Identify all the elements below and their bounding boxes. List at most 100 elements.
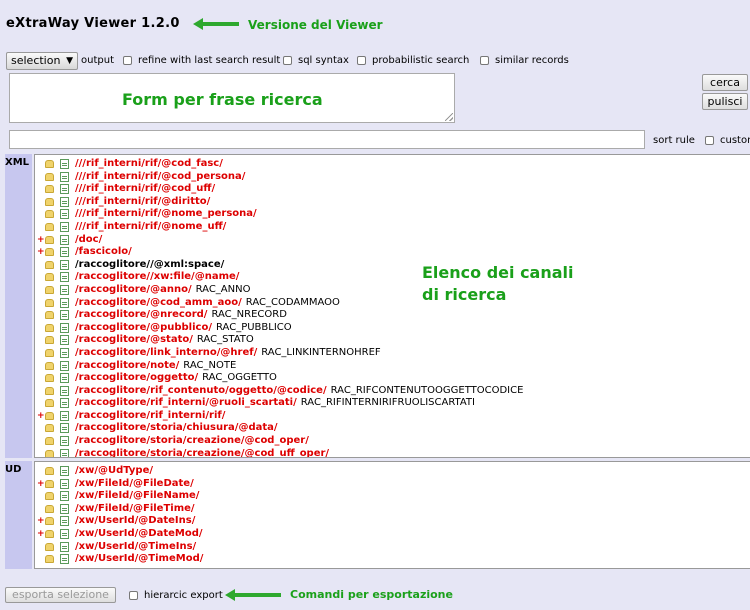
node-icon[interactable] bbox=[45, 411, 54, 420]
channel-path-link[interactable]: /raccoglitore//@xml:space/ bbox=[75, 259, 224, 272]
channel-path-link[interactable]: /raccoglitore//xw:file/@name/ bbox=[75, 271, 239, 284]
refine-option[interactable]: refine with last search result bbox=[123, 55, 280, 66]
channel-row[interactable]: /raccoglitore/@cod_amm_aoo/RAC_CODAMMAOO bbox=[35, 297, 750, 310]
channel-row[interactable]: /xw/UserId/@TimeIns/ bbox=[35, 541, 750, 554]
export-selection-button[interactable]: esporta selezione bbox=[5, 587, 116, 603]
custom-option[interactable]: custon bbox=[705, 135, 750, 146]
document-icon[interactable] bbox=[60, 478, 69, 489]
custom-checkbox[interactable] bbox=[705, 135, 714, 145]
sql-option[interactable]: sql syntax bbox=[283, 55, 349, 66]
channel-row[interactable]: + /xw/FileId/@FileDate/ bbox=[35, 478, 750, 491]
channel-path-text[interactable]: /raccoglitore/@anno/ bbox=[75, 284, 192, 295]
channel-path-text[interactable]: /xw/@UdType/ bbox=[75, 465, 153, 476]
channel-row[interactable]: /raccoglitore/rif_contenuto/oggetto/@cod… bbox=[35, 385, 750, 398]
channel-path-text[interactable]: ///rif_interni/rif/@cod_persona/ bbox=[75, 171, 245, 182]
channel-row[interactable]: /raccoglitore/note/RAC_NOTE bbox=[35, 360, 750, 373]
document-icon[interactable] bbox=[60, 373, 69, 384]
channel-path-link[interactable]: ///rif_interni/rif/@cod_persona/ bbox=[75, 171, 245, 184]
channel-path-link[interactable]: ///rif_interni/rif/@cod_fasc/ bbox=[75, 158, 223, 171]
similar-option[interactable]: similar records bbox=[480, 55, 569, 66]
hierarchic-export-checkbox[interactable] bbox=[129, 590, 138, 600]
node-icon[interactable] bbox=[45, 517, 54, 526]
channel-path-link[interactable]: /xw/UserId/@TimeIns/ bbox=[75, 541, 196, 554]
channel-path-text[interactable]: /raccoglitore/@cod_amm_aoo/ bbox=[75, 297, 242, 308]
channel-row[interactable]: /xw/FileId/@FileTime/ bbox=[35, 503, 750, 516]
channel-path-text[interactable]: /raccoglitore/oggetto/ bbox=[75, 372, 198, 383]
node-icon[interactable] bbox=[45, 424, 54, 433]
document-icon[interactable] bbox=[60, 423, 69, 434]
channel-path-link[interactable]: /raccoglitore/@anno/RAC_ANNO bbox=[75, 284, 250, 297]
node-icon[interactable] bbox=[45, 361, 54, 370]
channel-row[interactable]: /raccoglitore/rif_interni/@ruoli_scartat… bbox=[35, 397, 750, 410]
node-icon[interactable] bbox=[45, 399, 54, 408]
node-icon[interactable] bbox=[45, 197, 54, 206]
document-icon[interactable] bbox=[60, 184, 69, 195]
channel-row[interactable]: ///rif_interni/rif/@nome_persona/ bbox=[35, 208, 750, 221]
channel-path-link[interactable]: /raccoglitore/rif_interni/rif/ bbox=[75, 410, 225, 423]
channel-row[interactable]: ///rif_interni/rif/@cod_persona/ bbox=[35, 171, 750, 184]
document-icon[interactable] bbox=[60, 398, 69, 409]
node-icon[interactable] bbox=[45, 374, 54, 383]
node-icon[interactable] bbox=[45, 172, 54, 181]
node-icon[interactable] bbox=[45, 492, 54, 501]
channel-path-link[interactable]: /xw/@UdType/ bbox=[75, 465, 153, 478]
channel-path-link[interactable]: /raccoglitore/storia/creazione/@cod_uff_… bbox=[75, 448, 329, 457]
document-icon[interactable] bbox=[60, 259, 69, 270]
node-icon[interactable] bbox=[45, 260, 54, 269]
channel-path-link[interactable]: /xw/FileId/@FileDate/ bbox=[75, 478, 194, 491]
document-icon[interactable] bbox=[60, 448, 69, 457]
channel-path-link[interactable]: /xw/FileId/@FileName/ bbox=[75, 490, 199, 503]
channel-row[interactable]: + /xw/UserId/@DateMod/ bbox=[35, 528, 750, 541]
document-icon[interactable] bbox=[60, 360, 69, 371]
document-icon[interactable] bbox=[60, 491, 69, 502]
channel-path-link[interactable]: /raccoglitore/link_interno/@href/RAC_LIN… bbox=[75, 347, 381, 360]
node-icon[interactable] bbox=[45, 386, 54, 395]
sort-rule-input[interactable] bbox=[9, 130, 645, 149]
channel-path-text[interactable]: /xw/UserId/@TimeIns/ bbox=[75, 541, 196, 552]
document-icon[interactable] bbox=[60, 528, 69, 539]
channel-row[interactable]: + /doc/ bbox=[35, 234, 750, 247]
channel-path-link[interactable]: /raccoglitore/@pubblico/RAC_PUBBLICO bbox=[75, 322, 292, 335]
channel-path-link[interactable]: ///rif_interni/rif/@nome_persona/ bbox=[75, 208, 257, 221]
channel-row[interactable]: /raccoglitore/@stato/RAC_STATO bbox=[35, 334, 750, 347]
document-icon[interactable] bbox=[60, 284, 69, 295]
channel-path-text[interactable]: ///rif_interni/rif/@nome_uff/ bbox=[75, 221, 226, 232]
node-icon[interactable] bbox=[45, 210, 54, 219]
channel-path-text[interactable]: /xw/FileId/@FileDate/ bbox=[75, 478, 194, 489]
channel-path-text[interactable]: /raccoglitore/storia/chiusura/@data/ bbox=[75, 422, 278, 433]
document-icon[interactable] bbox=[60, 196, 69, 207]
xml-channel-list[interactable]: ///rif_interni/rif/@cod_fasc/ ///rif_inte… bbox=[34, 154, 750, 458]
document-icon[interactable] bbox=[60, 247, 69, 258]
node-icon[interactable] bbox=[45, 348, 54, 357]
channel-path-text[interactable]: /doc/ bbox=[75, 234, 102, 245]
node-icon[interactable] bbox=[45, 555, 54, 564]
document-icon[interactable] bbox=[60, 322, 69, 333]
channel-row[interactable]: ///rif_interni/rif/@diritto/ bbox=[35, 196, 750, 209]
document-icon[interactable] bbox=[60, 221, 69, 232]
channel-path-link[interactable]: /raccoglitore/@nrecord/RAC_NRECORD bbox=[75, 309, 287, 322]
channel-path-link[interactable]: /raccoglitore/oggetto/RAC_OGGETTO bbox=[75, 372, 277, 385]
document-icon[interactable] bbox=[60, 347, 69, 358]
document-icon[interactable] bbox=[60, 171, 69, 182]
sql-checkbox[interactable] bbox=[283, 55, 292, 65]
document-icon[interactable] bbox=[60, 503, 69, 514]
document-icon[interactable] bbox=[60, 335, 69, 346]
node-icon[interactable] bbox=[45, 222, 54, 231]
channel-path-link[interactable]: /doc/ bbox=[75, 234, 102, 247]
channel-row[interactable]: /raccoglitore//@xml:space/ bbox=[35, 259, 750, 272]
document-icon[interactable] bbox=[60, 554, 69, 565]
document-icon[interactable] bbox=[60, 272, 69, 283]
channel-row[interactable]: /xw/@UdType/ bbox=[35, 465, 750, 478]
channel-path-text[interactable]: /raccoglitore/@pubblico/ bbox=[75, 322, 212, 333]
channel-path-link[interactable]: /xw/UserId/@DateMod/ bbox=[75, 528, 203, 541]
channel-path-text[interactable]: /raccoglitore/rif_contenuto/oggetto/@cod… bbox=[75, 385, 327, 396]
channel-path-text[interactable]: /raccoglitore/note/ bbox=[75, 360, 179, 371]
document-icon[interactable] bbox=[60, 385, 69, 396]
node-icon[interactable] bbox=[45, 529, 54, 538]
refine-checkbox[interactable] bbox=[123, 55, 132, 65]
search-button[interactable]: cerca bbox=[702, 74, 748, 91]
document-icon[interactable] bbox=[60, 234, 69, 245]
channel-row[interactable]: /raccoglitore/storia/chiusura/@data/ bbox=[35, 422, 750, 435]
channel-path-link[interactable]: /raccoglitore/@stato/RAC_STATO bbox=[75, 334, 254, 347]
node-icon[interactable] bbox=[45, 504, 54, 513]
